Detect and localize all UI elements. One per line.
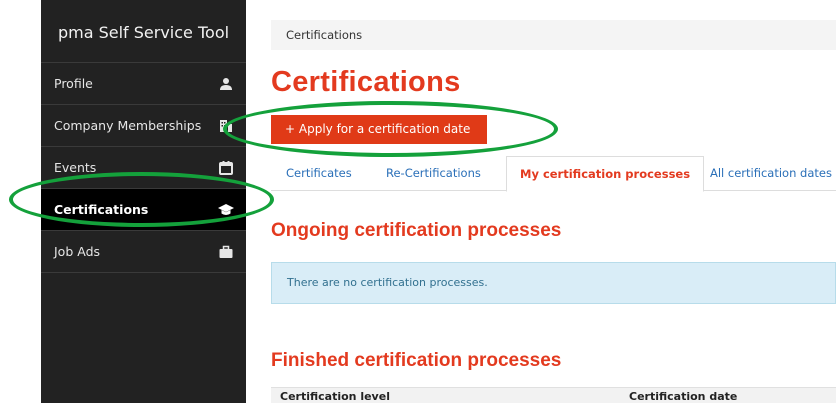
sidebar-item-label: Company Memberships — [54, 118, 202, 133]
tab-re-certifications[interactable]: Re-Certifications — [386, 156, 481, 191]
sidebar-item-events[interactable]: Events — [41, 147, 246, 189]
tab-bar: Certificates Re-Certifications My certif… — [271, 156, 836, 192]
briefcase-icon — [219, 245, 233, 258]
sidebar-item-label: Job Ads — [54, 244, 101, 259]
sidebar-item-label: Events — [54, 160, 97, 175]
sidebar: pma Self Service Tool Profile Company Me… — [41, 0, 246, 403]
sidebar-item-certifications[interactable]: Certifications — [41, 189, 246, 231]
app-title: pma Self Service Tool — [41, 0, 246, 63]
column-header-certification-level[interactable]: Certification level — [280, 390, 390, 403]
column-header-certification-date[interactable]: Certification date — [629, 390, 737, 403]
calendar-icon — [219, 161, 233, 175]
sidebar-item-label: Certifications — [54, 202, 149, 217]
ongoing-processes-heading: Ongoing certification processes — [271, 220, 562, 241]
sidebar-item-profile[interactable]: Profile — [41, 63, 246, 105]
finished-processes-heading: Finished certification processes — [271, 350, 562, 371]
page-title: Certifications — [271, 66, 461, 98]
no-processes-alert: There are no certification processes. — [271, 262, 836, 304]
sidebar-item-label: Profile — [54, 76, 93, 91]
finished-table-header: Certification level Certification date — [271, 387, 836, 403]
building-icon — [220, 120, 232, 132]
tab-all-certification-dates[interactable]: All certification dates — [710, 156, 832, 191]
sidebar-item-job-ads[interactable]: Job Ads — [41, 231, 246, 273]
tab-my-certification-processes[interactable]: My certification processes — [506, 156, 705, 192]
tab-certificates[interactable]: Certificates — [286, 156, 352, 191]
apply-certification-date-button[interactable]: + Apply for a certification date — [271, 115, 487, 144]
sidebar-item-company-memberships[interactable]: Company Memberships — [41, 105, 246, 147]
breadcrumb: Certifications — [271, 20, 836, 50]
graduation-cap-icon — [218, 204, 234, 215]
person-icon — [220, 78, 232, 90]
